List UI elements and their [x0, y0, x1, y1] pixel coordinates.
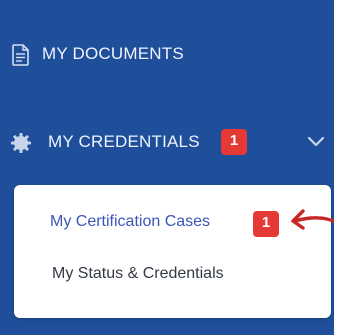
- sidebar-item-my-credentials[interactable]: MY CREDENTIALS 1: [0, 120, 334, 164]
- notification-badge: 1: [253, 211, 279, 237]
- submenu-item-label: My Certification Cases: [50, 213, 211, 230]
- credentials-submenu: My Certification Cases 1 My Status & Cre…: [14, 185, 331, 318]
- submenu-item-my-certification-cases[interactable]: My Certification Cases 1: [14, 203, 331, 243]
- notification-badge: 1: [221, 129, 247, 155]
- sidebar-nav: MY DOCUMENTS MY CREDENTIALS 1 My Certifi…: [0, 0, 348, 335]
- sidebar-item-my-documents[interactable]: MY DOCUMENTS: [0, 34, 334, 74]
- page-margin: [334, 0, 348, 335]
- sidebar-item-label: MY DOCUMENTS: [42, 44, 184, 63]
- sidebar-item-label: MY CREDENTIALS: [48, 132, 200, 151]
- submenu-item-my-status-credentials[interactable]: My Status & Credentials: [14, 255, 331, 295]
- document-icon: [12, 44, 30, 66]
- gear-icon: [10, 132, 32, 154]
- submenu-item-label: My Status & Credentials: [52, 265, 224, 282]
- chevron-down-icon[interactable]: [306, 134, 326, 148]
